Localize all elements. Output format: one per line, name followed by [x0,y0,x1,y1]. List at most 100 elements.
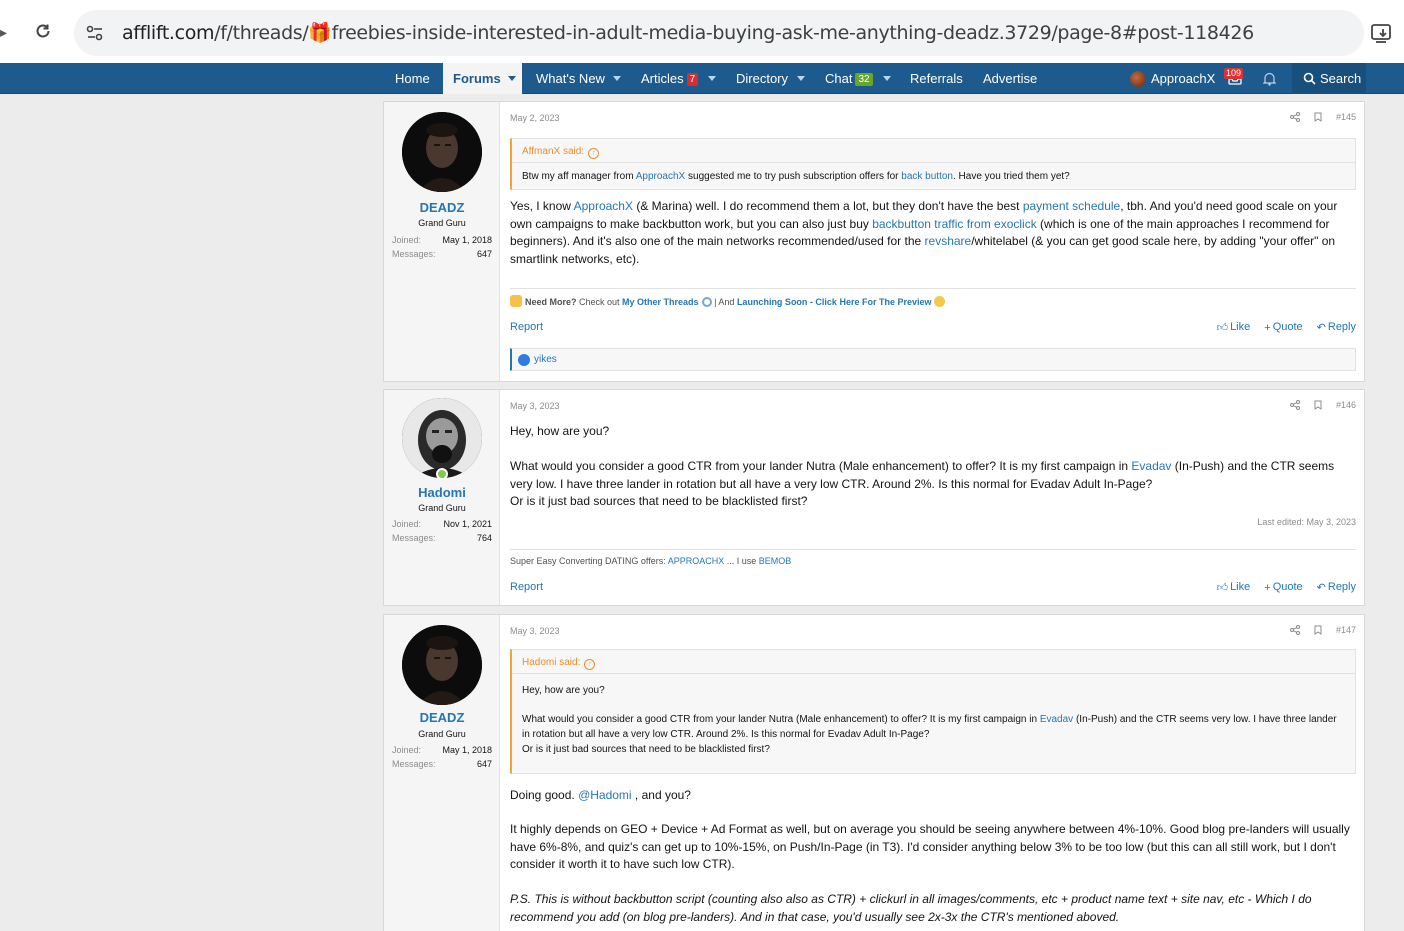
install-app-icon[interactable] [1370,22,1394,44]
bookmark-icon[interactable] [1314,400,1322,412]
chevron-down-icon[interactable] [797,76,805,81]
avatar[interactable] [402,625,482,705]
chevron-down-icon[interactable] [708,76,716,81]
reply-button[interactable]: ↶ Reply [1317,581,1356,594]
quote-link[interactable]: ApproachX [636,171,685,182]
post-tools: #145 [1289,112,1356,124]
post-number[interactable]: #145 [1336,112,1356,122]
like-button[interactable]: 👍︎ Like [1217,321,1251,334]
nav-articles-label: Articles [641,71,684,86]
forward-arrow-icon[interactable]: ▸ [0,24,7,41]
like-label: Like [1230,321,1251,333]
body-link[interactable]: ApproachX [574,199,633,213]
quote-text-part: . Have you tried them yet? [953,171,1070,182]
post-number[interactable]: #147 [1336,625,1356,635]
face-icon [934,296,946,307]
nav-home[interactable]: Home [395,63,430,94]
reply-button[interactable]: ↶ Reply [1316,321,1356,334]
quote-link[interactable]: Evadav [1040,714,1073,725]
reactions-bar[interactable]: yikes [510,348,1356,371]
nav-forums-dropdown[interactable] [502,63,522,94]
joined-label: Joined: [392,235,422,245]
body-text-part: Or is it just bad sources that need to b… [510,494,808,508]
reply-icon: ↶ [1316,322,1326,334]
post-date[interactable]: May 3, 2023 [510,626,560,636]
share-icon[interactable] [1289,625,1300,637]
joined-value: May 1, 2018 [442,745,492,755]
nav-whats-new[interactable]: What's New [536,63,605,94]
sig-link[interactable]: APPROACHX [668,556,725,566]
search-label: Search [1320,71,1362,86]
quote-button[interactable]: + Quote [1264,581,1302,594]
sig-link-preview[interactable]: Launching Soon - Click Here For The Prev… [737,297,932,307]
post-body-p1: Hey, how are you? [510,424,610,438]
reload-icon[interactable] [30,18,56,44]
bookmark-icon[interactable] [1314,112,1322,124]
quote-author-label: AffmanX said: [522,146,585,157]
body-link[interactable]: backbutton traffic from exoclick [872,217,1037,231]
url-text[interactable]: afflift.com/f/threads/🎁freebies-inside-i… [122,21,1254,44]
username[interactable]: DEADZ [384,710,500,725]
url-path: /f/threads/🎁freebies-inside-interested-i… [214,22,1254,44]
sig-link[interactable]: BEMOB [759,556,792,566]
nav-directory[interactable]: Directory [736,63,788,94]
arrow-up-icon[interactable]: ↑ [588,148,600,159]
post-date[interactable]: May 3, 2023 [510,401,560,411]
body-link[interactable]: Evadav [1131,459,1171,473]
chevron-down-icon[interactable] [883,76,891,81]
nav-referrals[interactable]: Referrals [910,63,963,94]
user-joined: Joined: Nov 1, 2021 [392,519,492,529]
quote-block: AffmanX said: ↑ Btw my aff manager from A… [510,138,1356,190]
username[interactable]: Hadomi [384,485,500,500]
reaction-user[interactable]: yikes [534,354,557,365]
search-button[interactable]: Search [1292,63,1366,94]
body-link[interactable]: payment schedule [1023,199,1120,213]
report-link[interactable]: Report [510,581,543,593]
post-date[interactable]: May 2, 2023 [510,113,560,123]
username[interactable]: DEADZ [384,200,500,215]
quote-link[interactable]: back button [901,171,953,182]
chevron-down-icon[interactable] [613,76,621,81]
bookmark-icon[interactable] [1314,625,1322,637]
avatar[interactable] [402,112,482,192]
post-main-cell: May 3, 2023 #147 Hadomi said: ↑ Hey, how … [501,615,1364,931]
bell-icon[interactable] [1262,72,1277,91]
quote-button[interactable]: + Quote [1264,321,1302,334]
post-number[interactable]: #146 [1336,400,1356,410]
post-user-cell: Hadomi Grand Guru Joined: Nov 1, 2021 Mes… [384,390,500,605]
reply-label: Reply [1327,581,1356,593]
report-link[interactable]: Report [510,321,543,333]
user-joined: Joined: May 1, 2018 [392,235,492,245]
url-host: afflift.com [122,22,215,44]
last-edited[interactable]: Last edited: May 3, 2023 [1257,517,1356,527]
post-user-cell: DEADZ Grand Guru Joined: May 1, 2018 Mess… [384,102,500,381]
sig-link-threads[interactable]: My Other Threads [622,297,699,307]
nav-advertise[interactable]: Advertise [983,63,1037,94]
forum-navbar: Home Forums What's New Articles 7 Directo… [0,63,1404,94]
body-text-part: Yes, I know [510,199,574,213]
body-text-part: , and you? [631,788,691,802]
avatar[interactable] [1130,71,1146,87]
user-messages: Messages: 647 [392,249,492,259]
articles-count-badge: 7 [686,73,699,86]
user-mention[interactable]: @Hadomi [578,788,632,802]
post-145: DEADZ Grand Guru Joined: May 1, 2018 Mess… [383,101,1365,382]
site-info-icon[interactable] [84,22,106,44]
nav-account-username[interactable]: ApproachX [1151,63,1215,94]
nav-chat[interactable]: Chat 32 [825,63,873,94]
avatar[interactable] [402,398,482,478]
body-link[interactable]: revshare [925,234,972,248]
nav-forums[interactable]: Forums [443,63,511,94]
like-button[interactable]: 👍︎ Like [1216,581,1251,594]
quote-author[interactable]: Hadomi said: ↑ [522,657,596,670]
thumbs-up-icon: 👍︎ [1216,582,1229,594]
messages-value: 647 [476,249,492,259]
share-icon[interactable] [1289,112,1300,124]
share-icon[interactable] [1289,400,1300,412]
nav-articles[interactable]: Articles 7 [641,63,699,94]
signature-divider [510,288,1356,289]
quote-author[interactable]: AffmanX said: ↑ [522,146,600,159]
arrow-up-icon[interactable]: ↑ [584,659,596,670]
divider [512,162,1355,163]
quote-text: Btw my aff manager from ApproachX sugges… [522,169,1345,184]
